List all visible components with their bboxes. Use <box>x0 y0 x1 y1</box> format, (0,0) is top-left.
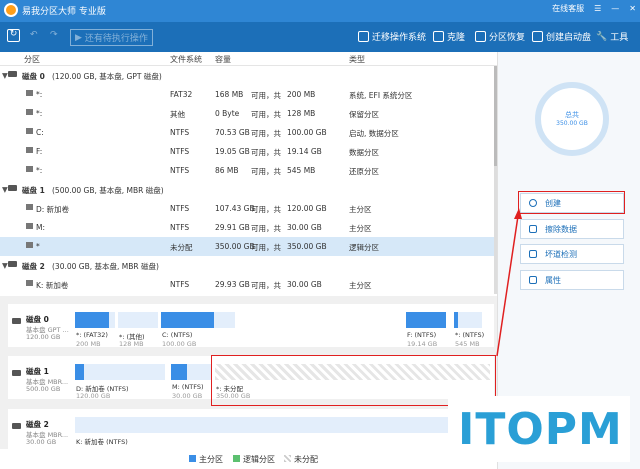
app-window: 易我分区大师 专业版 在线客服 ☰ — ✕ ↻ ↶ ↷ ▶ 还有待执行操作 迁移操… <box>0 0 640 469</box>
watermark: ITOPM <box>448 396 630 462</box>
